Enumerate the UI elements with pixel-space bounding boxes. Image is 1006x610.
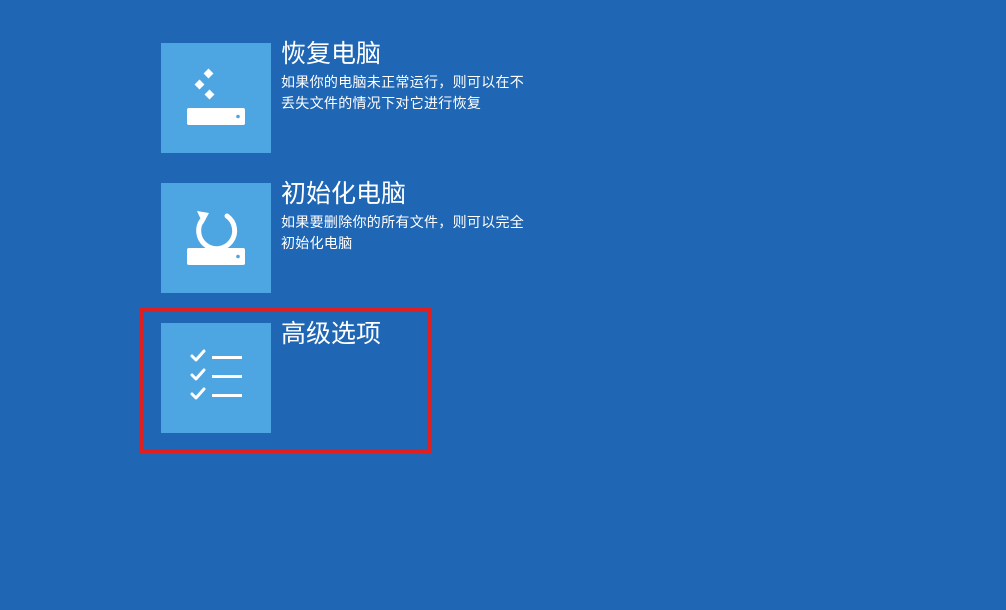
reset-pc-option[interactable]: 初始化电脑 如果要删除你的所有文件，则可以完全初始化电脑 [161,179,541,293]
advanced-tile[interactable] [161,323,271,433]
reset-drive-icon [187,211,245,265]
reset-tile[interactable] [161,183,271,293]
option-description: 如果你的电脑未正常运行，则可以在不丢失文件的情况下对它进行恢复 [281,75,525,112]
restore-tile[interactable] [161,43,271,153]
option-title: 初始化电脑 [281,179,407,208]
restore-drive-icon [187,68,245,125]
option-title: 高级选项 [281,319,382,348]
option-description: 如果要删除你的所有文件，则可以完全初始化电脑 [281,215,525,252]
restore-pc-option[interactable]: 恢复电脑 如果你的电脑未正常运行，则可以在不丢失文件的情况下对它进行恢复 [161,39,541,153]
checklist-icon [190,349,242,400]
option-title: 恢复电脑 [281,39,382,68]
advanced-options-option[interactable]: 高级选项 [161,319,541,433]
